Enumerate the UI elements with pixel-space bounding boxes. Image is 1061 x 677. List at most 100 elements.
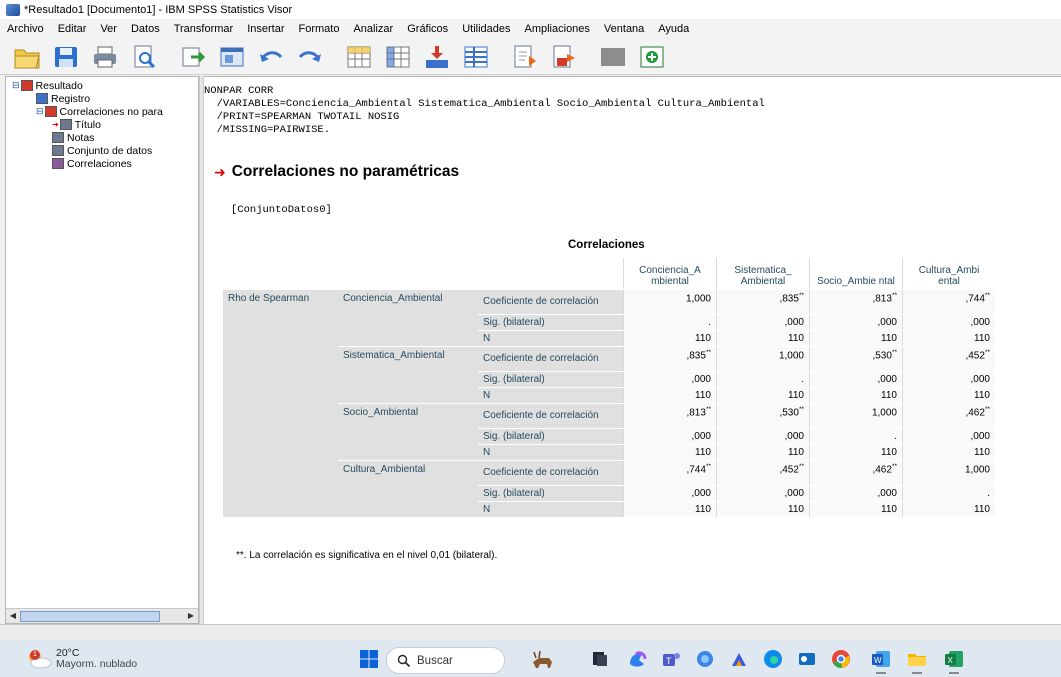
table-cell[interactable]: ,000 [809,314,903,331]
insert-text-icon[interactable] [547,43,581,71]
column-header[interactable]: Sistematica_ Ambiental [716,258,810,290]
statistic-label[interactable]: N [478,330,624,347]
table-cell[interactable]: ,462** [809,460,903,486]
table-cell[interactable]: ,000 [902,314,995,331]
table-cell[interactable]: 110 [902,330,995,347]
output-pane[interactable]: NONPAR CORR /VARIABLES=Conciencia_Ambien… [204,76,1061,625]
menu-archivo[interactable]: Archivo [0,23,51,35]
menu-insertar[interactable]: Insertar [240,23,291,35]
designate-window-icon[interactable] [596,43,630,71]
word-icon[interactable]: W [870,648,892,674]
correlations-table[interactable]: Conciencia_A mbiental Sistematica_ Ambien… [223,258,995,518]
recall-dialog-icon[interactable] [215,43,249,71]
print-icon[interactable] [88,43,122,71]
row-header-spearman[interactable]: Rho de Spearman [223,289,338,518]
menu-ampliaciones[interactable]: Ampliaciones [518,23,597,35]
edge-browser-icon[interactable] [762,648,784,670]
menu-ver[interactable]: Ver [93,23,124,35]
collapse-toggle-icon[interactable]: ⊟ [12,80,20,91]
table-cell[interactable]: ,000 [902,371,995,388]
table-cell[interactable]: ,452** [902,346,995,372]
table-cell[interactable]: ,000 [809,485,903,502]
table-cell[interactable]: . [716,371,810,388]
statistic-label[interactable]: N [478,444,624,461]
statistic-label[interactable]: Coeficiente de correlación [478,289,624,315]
table-cell[interactable]: 110 [716,387,810,404]
table-cell[interactable]: ,835** [716,289,810,315]
menu-editar[interactable]: Editar [51,23,94,35]
save-icon[interactable] [49,43,83,71]
scroll-thumb[interactable] [20,611,160,622]
statistic-label[interactable]: Coeficiente de correlación [478,460,624,486]
table-cell[interactable]: ,813** [623,403,717,429]
table-cell[interactable]: 110 [623,330,717,347]
scroll-left-arrow-icon[interactable]: ◀ [7,610,19,621]
statistic-label[interactable]: Sig. (bilateral) [478,485,624,502]
variable-row-header[interactable]: Sistematica_Ambiental [338,346,478,404]
table-cell[interactable]: 1,000 [902,460,995,486]
menu-formato[interactable]: Formato [292,23,347,35]
table-cell[interactable]: ,835** [623,346,717,372]
table-cell[interactable]: 110 [623,501,717,518]
chrome-icon[interactable] [830,648,852,670]
menu-utilidades[interactable]: Utilidades [455,23,517,35]
table-cell[interactable]: 1,000 [716,346,810,372]
menu-graficos[interactable]: Gráficos [400,23,455,35]
print-preview-icon[interactable] [127,43,161,71]
outlook-icon[interactable] [796,648,818,670]
menu-datos[interactable]: Datos [124,23,167,35]
table-cell[interactable]: ,000 [623,428,717,445]
table-cell[interactable]: ,000 [902,428,995,445]
task-view-icon[interactable] [589,648,611,670]
statistic-label[interactable]: Sig. (bilateral) [478,371,624,388]
outline-horizontal-scrollbar[interactable]: ◀ ▶ [6,608,198,623]
table-cell[interactable]: ,000 [716,428,810,445]
table-cell[interactable]: 110 [716,501,810,518]
copilot-icon[interactable] [626,648,648,670]
table-cell[interactable]: ,452** [716,460,810,486]
statistic-label[interactable]: N [478,501,624,518]
run-script-icon[interactable] [635,43,669,71]
column-header[interactable]: Conciencia_A mbiental [623,258,717,290]
goto-data-icon[interactable] [342,43,376,71]
table-cell[interactable]: 110 [809,444,903,461]
table-cell[interactable]: ,530** [716,403,810,429]
statistic-label[interactable]: Sig. (bilateral) [478,314,624,331]
variable-row-header[interactable]: Cultura_Ambiental [338,460,478,518]
taskbar-search-box[interactable]: Buscar [386,647,505,674]
outline-item[interactable]: Registro [6,92,198,105]
statistic-label[interactable]: Sig. (bilateral) [478,428,624,445]
statistic-label[interactable]: Coeficiente de correlación [478,346,624,372]
table-cell[interactable]: 110 [623,444,717,461]
collapse-toggle-icon[interactable]: ⊟ [36,106,44,117]
table-cell[interactable]: ,000 [623,371,717,388]
file-explorer-icon[interactable] [906,648,928,674]
table-cell[interactable]: 110 [716,444,810,461]
export-icon[interactable] [176,43,210,71]
table-cell[interactable]: . [623,314,717,331]
table-cell[interactable]: . [809,428,903,445]
weather-widget[interactable]: 1 20°C Mayorm. nublado [26,648,137,670]
teams-icon[interactable]: T [660,648,682,670]
statistic-label[interactable]: N [478,387,624,404]
variable-row-header[interactable]: Conciencia_Ambiental [338,289,478,347]
table-cell[interactable]: ,744** [902,289,995,315]
edge-widget-icon[interactable] [694,648,716,670]
menu-ventana[interactable]: Ventana [597,23,651,35]
excel-icon[interactable]: X [943,648,965,674]
open-icon[interactable] [10,43,44,71]
table-cell[interactable]: ,813** [809,289,903,315]
scroll-right-arrow-icon[interactable]: ▶ [185,610,197,621]
table-cell[interactable]: 110 [902,501,995,518]
menu-ayuda[interactable]: Ayuda [651,23,696,35]
undo-icon[interactable] [254,43,288,71]
table-cell[interactable]: ,744** [623,460,717,486]
table-cell[interactable]: 110 [902,444,995,461]
outline-item[interactable]: Conjunto de datos [6,144,198,157]
table-cell[interactable]: ,000 [716,485,810,502]
table-cell[interactable]: ,000 [623,485,717,502]
table-cell[interactable]: 110 [809,330,903,347]
table-cell[interactable]: . [902,485,995,502]
outline-item[interactable]: ➜ Título [6,118,198,131]
outline-item[interactable]: ⊟ Resultado [6,79,198,92]
